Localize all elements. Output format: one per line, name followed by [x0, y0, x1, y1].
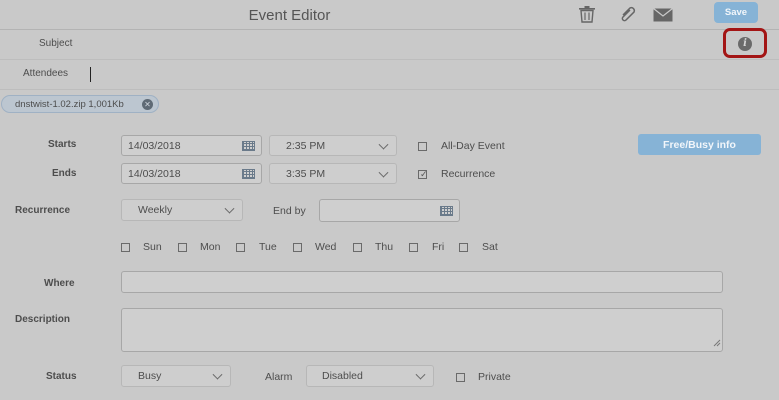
paperclip-icon[interactable]	[619, 5, 638, 28]
private-label: Private	[478, 371, 511, 383]
where-label: Where	[44, 278, 75, 289]
day-checkbox-wed[interactable]	[293, 243, 302, 252]
status-select[interactable]: Busy	[121, 365, 231, 387]
text-cursor	[90, 67, 91, 82]
recurrence-checkbox[interactable]: ✓	[418, 169, 428, 179]
end-by-label: End by	[273, 205, 306, 217]
alarm-value: Disabled	[322, 370, 363, 382]
chevron-down-icon	[224, 203, 235, 214]
attachment-chip[interactable]: dnstwist-1.02.zip 1,001Kb ✕	[1, 95, 159, 113]
info-icon: i	[738, 37, 752, 51]
day-checkbox-thu[interactable]	[353, 243, 362, 252]
alarm-select[interactable]: Disabled	[306, 365, 434, 387]
private-checkbox[interactable]	[456, 373, 465, 382]
free-busy-button[interactable]: Free/Busy info	[638, 134, 761, 155]
checkmark-icon: ✓	[420, 169, 428, 179]
day-label-wed: Wed	[315, 241, 337, 253]
end-date-field[interactable]: 14/03/2018	[121, 163, 262, 184]
page-title: Event Editor	[248, 7, 331, 24]
all-day-checkbox[interactable]	[418, 142, 427, 151]
attendees-divider	[0, 89, 779, 90]
description-label: Description	[15, 314, 71, 325]
save-button[interactable]: Save	[714, 2, 758, 23]
starts-label: Starts	[48, 139, 77, 150]
end-by-field[interactable]	[319, 199, 460, 222]
remove-attachment-icon[interactable]: ✕	[142, 98, 153, 110]
alarm-label: Alarm	[265, 371, 293, 383]
status-label: Status	[46, 371, 77, 382]
calendar-icon[interactable]	[440, 205, 453, 216]
header-divider	[0, 29, 779, 30]
day-checkbox-fri[interactable]	[409, 243, 418, 252]
trash-icon[interactable]	[578, 6, 596, 28]
status-value: Busy	[138, 370, 162, 382]
chevron-down-icon	[415, 369, 426, 380]
recurrence-label: Recurrence	[15, 205, 71, 216]
day-checkbox-tue[interactable]	[236, 243, 245, 252]
recurrence-select[interactable]: Weekly	[121, 199, 243, 221]
day-label-sun: Sun	[143, 241, 162, 253]
where-input[interactable]	[121, 271, 723, 293]
day-checkbox-sun[interactable]	[121, 243, 130, 252]
all-day-label: All-Day Event	[441, 140, 505, 152]
subject-divider	[0, 59, 779, 60]
resize-handle-icon[interactable]	[713, 338, 721, 350]
end-date-value: 14/03/2018	[128, 167, 181, 180]
end-time-value: 3:35 PM	[286, 167, 326, 180]
attendees-label: Attendees	[23, 68, 69, 79]
start-time-value: 2:35 PM	[286, 139, 326, 152]
day-label-tue: Tue	[259, 241, 277, 253]
recurrence-value: Weekly	[138, 204, 173, 216]
day-label-thu: Thu	[375, 241, 394, 253]
chevron-down-icon	[378, 167, 389, 178]
day-checkbox-sat[interactable]	[459, 243, 468, 252]
end-time-select[interactable]: 3:35 PM	[269, 163, 397, 184]
description-textarea[interactable]	[121, 308, 723, 352]
calendar-icon[interactable]	[242, 168, 255, 179]
subject-input[interactable]	[95, 31, 715, 57]
ends-label: Ends	[52, 168, 77, 179]
day-label-sat: Sat	[482, 241, 498, 253]
info-button-highlight[interactable]: i	[723, 28, 767, 58]
day-label-mon: Mon	[200, 241, 221, 253]
attachment-name: dnstwist-1.02.zip 1,001Kb	[15, 99, 124, 110]
attendees-input[interactable]	[88, 63, 708, 87]
chevron-down-icon	[378, 139, 389, 150]
day-label-fri: Fri	[432, 241, 445, 253]
start-time-select[interactable]: 2:35 PM	[269, 135, 397, 156]
chevron-down-icon	[212, 369, 223, 380]
start-date-value: 14/03/2018	[128, 139, 181, 152]
day-checkbox-mon[interactable]	[178, 243, 187, 252]
envelope-icon[interactable]	[653, 8, 673, 27]
subject-label: Subject	[39, 38, 73, 49]
recurrence-check-label: Recurrence	[441, 168, 496, 180]
start-date-field[interactable]: 14/03/2018	[121, 135, 262, 156]
calendar-icon[interactable]	[242, 140, 255, 151]
